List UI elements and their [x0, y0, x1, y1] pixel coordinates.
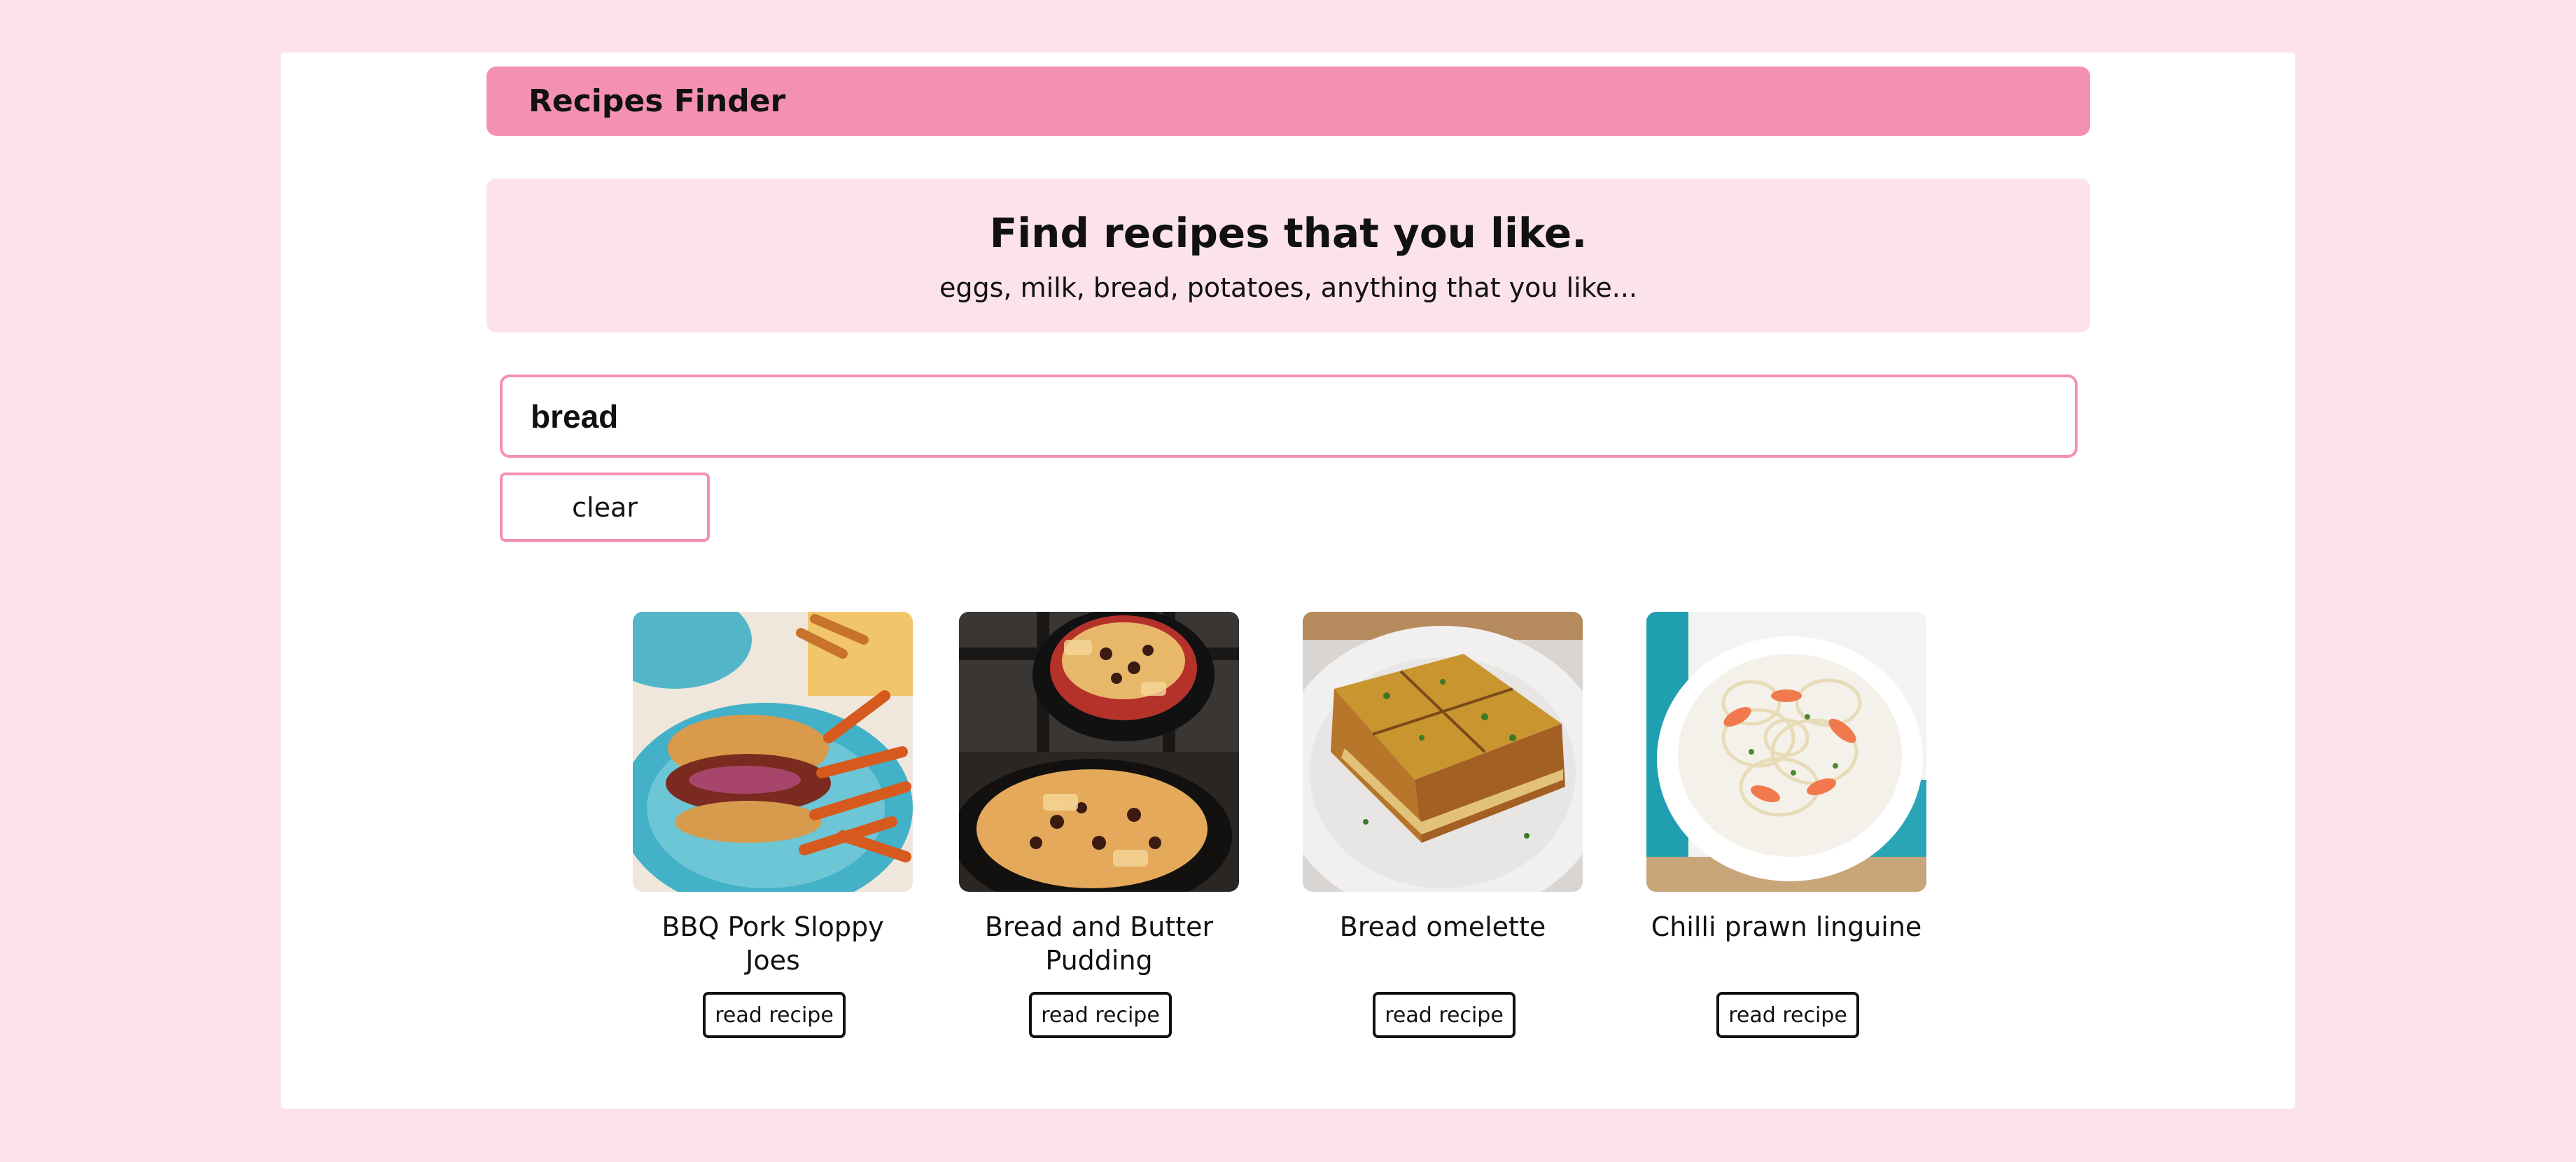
- recipe-card: Chilli prawn linguine read recipe: [1646, 612, 1926, 1038]
- recipe-card: Bread omelette read recipe: [1303, 612, 1583, 1038]
- recipe-card: Bread and Butter Pudding read recipe: [959, 612, 1239, 1038]
- recipe-name: Bread and Butter Pudding: [984, 911, 1214, 976]
- header-bar: Recipes Finder: [486, 66, 2090, 136]
- hero-banner: Find recipes that you like. eggs, milk, …: [486, 178, 2090, 332]
- recipe-name: BBQ Pork Sloppy Joes: [662, 911, 884, 976]
- recipe-image: [633, 612, 913, 892]
- app-title: Recipes Finder: [528, 83, 786, 119]
- hero-subtitle: eggs, milk, bread, potatoes, anything th…: [939, 272, 1637, 303]
- clear-button[interactable]: clear: [500, 472, 710, 542]
- read-recipe-button[interactable]: read recipe: [1373, 992, 1516, 1038]
- recipe-image: [1646, 612, 1926, 892]
- search-input[interactable]: [500, 374, 2078, 458]
- recipe-name: Bread omelette: [1339, 911, 1546, 942]
- recipe-name: Chilli prawn linguine: [1651, 911, 1922, 942]
- recipe-image: [959, 612, 1239, 892]
- read-recipe-button[interactable]: read recipe: [703, 992, 846, 1038]
- main-panel: Recipes Finder Find recipes that you lik…: [281, 52, 2295, 1109]
- read-recipe-button[interactable]: read recipe: [1716, 992, 1859, 1038]
- recipe-card: BBQ Pork Sloppy Joes read recipe: [633, 612, 913, 1038]
- read-recipe-button[interactable]: read recipe: [1029, 992, 1172, 1038]
- hero-title: Find recipes that you like.: [989, 209, 1588, 257]
- recipe-image: [1303, 612, 1583, 892]
